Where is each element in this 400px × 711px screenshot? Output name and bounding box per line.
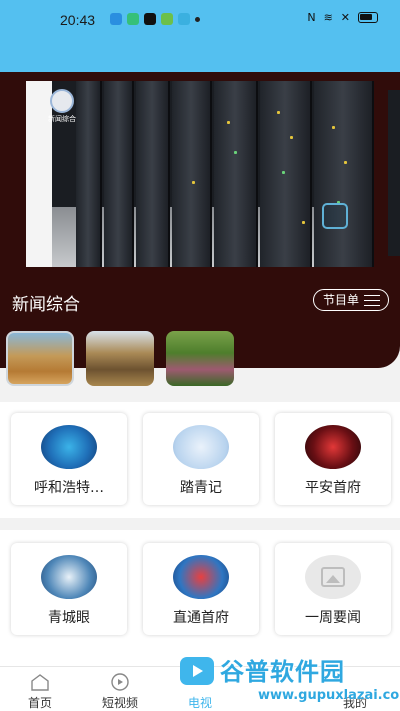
program-schedule-button[interactable]: 节目单	[313, 289, 389, 311]
program-grid-row-2: 青城眼 直通首府 一周要闻	[0, 530, 400, 666]
status-bar: 20:43 N ≋ ✕	[0, 0, 400, 72]
channel-thumbnail[interactable]	[86, 331, 154, 386]
server-led	[234, 151, 237, 154]
station-watermark-text: 新闻综合	[48, 115, 76, 123]
server-led	[302, 221, 305, 224]
signal-off-icon: ✕	[340, 11, 350, 24]
program-grid-row-1: 呼和浩特… 踏青记 平安首府	[0, 402, 400, 518]
program-card-label: 一周要闻	[305, 610, 361, 626]
server-rack	[214, 81, 258, 267]
server-led	[332, 126, 335, 129]
server-led	[344, 161, 347, 164]
tv-play-icon	[180, 657, 214, 685]
watermark-title: 谷普软件园	[220, 658, 345, 686]
site-watermark: 谷普软件园 www.gupuxlazai.com	[218, 648, 400, 711]
program-card-label: 青城眼	[48, 610, 90, 626]
program-card[interactable]: 呼和浩特…	[11, 413, 127, 505]
program-schedule-label: 节目单	[323, 293, 360, 307]
nav-item-home[interactable]: 首页	[5, 667, 75, 711]
tiktok-icon	[144, 13, 156, 25]
app-notification-icon	[127, 13, 139, 25]
server-led	[277, 111, 280, 114]
battery-icon	[358, 12, 378, 23]
more-dot-icon	[195, 17, 200, 22]
app-notification-icon	[110, 13, 122, 25]
nav-label-home: 首页	[27, 696, 52, 710]
program-card[interactable]: 一周要闻	[275, 543, 391, 635]
server-rack	[76, 81, 102, 267]
video-frame	[52, 81, 374, 267]
placeholder-image-icon	[305, 555, 361, 599]
nav-label-short-video: 短视频	[101, 696, 138, 710]
image-icon	[321, 567, 345, 587]
channel-thumbnail[interactable]	[6, 331, 74, 386]
qingchengyan-logo	[41, 555, 97, 599]
watermark-url: www.gupuxlazai.com	[258, 688, 400, 703]
program-card[interactable]: 踏青记	[143, 413, 259, 505]
hohhot-news-logo	[41, 425, 97, 469]
home-icon	[31, 674, 49, 691]
server-rack	[104, 81, 134, 267]
program-card[interactable]: 青城眼	[11, 543, 127, 635]
server-rack	[136, 81, 170, 267]
play-circle-icon	[111, 673, 129, 691]
server-rack	[172, 81, 212, 267]
server-rack	[314, 81, 374, 267]
app-notification-icon	[161, 13, 173, 25]
video-player[interactable]: 新闻综合	[26, 81, 374, 267]
status-time: 20:43	[60, 12, 96, 28]
taqingji-logo	[173, 425, 229, 469]
app-notification-icon	[178, 13, 190, 25]
menu-icon	[364, 295, 380, 306]
program-card-label: 直通首府	[173, 610, 229, 626]
zhitong-logo	[173, 555, 229, 599]
station-logo-icon	[50, 89, 74, 113]
broadcaster-watermark-icon	[322, 203, 348, 229]
program-card[interactable]: 平安首府	[275, 413, 391, 505]
nav-item-short-video[interactable]: 短视频	[85, 667, 155, 711]
pingan-logo	[305, 425, 361, 469]
wifi-icon: ≋	[323, 11, 333, 24]
program-card-label: 呼和浩特…	[34, 480, 104, 496]
program-card[interactable]: 直通首府	[143, 543, 259, 635]
program-card-label: 踏青记	[180, 480, 222, 496]
server-led	[227, 121, 230, 124]
server-rack	[260, 81, 312, 267]
server-led	[290, 136, 293, 139]
channel-thumbnail[interactable]	[166, 331, 234, 386]
server-led	[282, 171, 285, 174]
notification-icons	[110, 13, 200, 25]
program-card-label: 平安首府	[305, 480, 361, 496]
nfc-icon: N	[307, 11, 316, 24]
channel-title: 新闻综合	[12, 295, 80, 315]
server-led	[192, 181, 195, 184]
system-icons: N ≋ ✕	[307, 11, 378, 24]
next-video-preview[interactable]	[388, 90, 400, 256]
